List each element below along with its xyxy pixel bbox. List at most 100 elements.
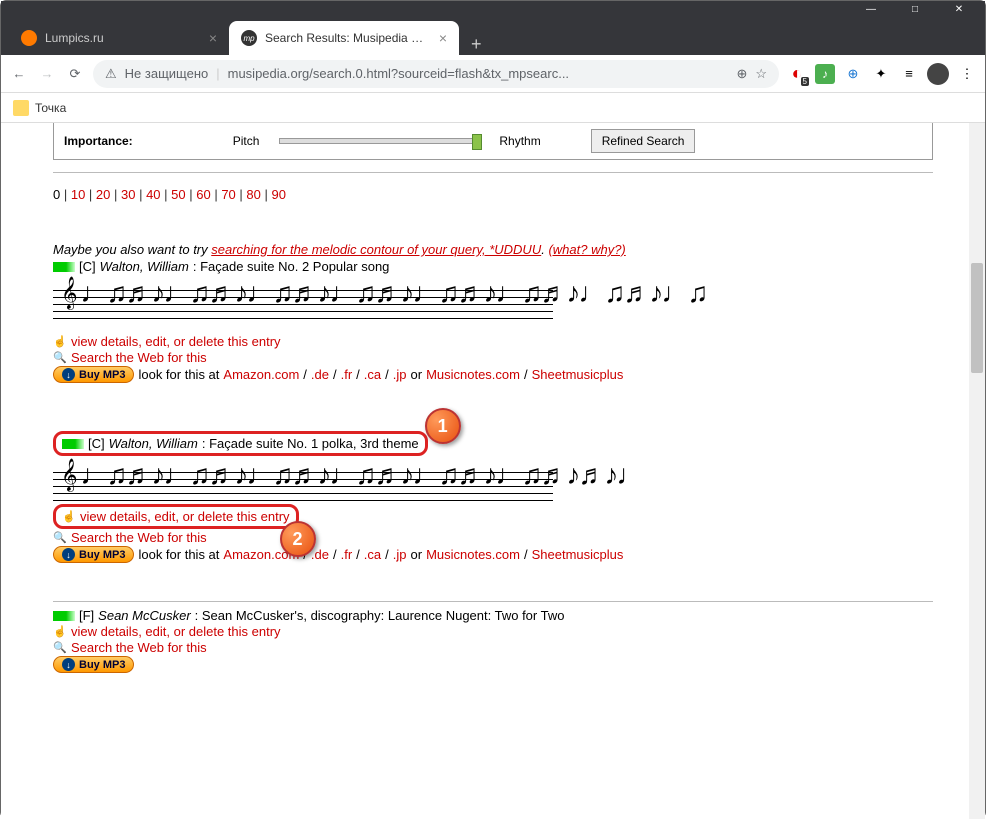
composer-name: Walton, William	[100, 259, 189, 274]
page-link[interactable]: 90	[271, 187, 285, 202]
relevance-bar	[53, 611, 75, 621]
amazon-de-link[interactable]: .de	[311, 547, 329, 562]
tab-title: Search Results: Musipedia Meloc	[265, 31, 431, 45]
buy-mp3-button[interactable]: ↓Buy MP3	[53, 546, 134, 563]
hand-icon: ☝	[62, 510, 76, 524]
insecure-icon: ⚠	[105, 66, 117, 82]
search-web-link[interactable]: Search the Web for this	[71, 640, 207, 655]
sheetmusicplus-link[interactable]: Sheetmusicplus	[532, 547, 624, 562]
bookmarks-bar: Точка	[1, 93, 985, 123]
annotation-badge: 1	[425, 408, 461, 444]
download-icon: ↓	[62, 368, 75, 381]
importance-label: Importance:	[64, 134, 133, 148]
reading-list-icon[interactable]: ≡	[899, 64, 919, 84]
what-why-link[interactable]: (what? why?)	[548, 242, 625, 257]
view-details-link[interactable]: view details, edit, or delete this entry	[71, 624, 281, 639]
piece-title: : Façade suite No. 1 polka, 3rd theme	[202, 436, 419, 451]
window-titlebar: — □ ✕	[1, 1, 985, 17]
page-link[interactable]: 70	[221, 187, 235, 202]
forward-button[interactable]: →	[37, 64, 57, 84]
maximize-button[interactable]: □	[893, 1, 937, 17]
close-tab-icon[interactable]: ×	[439, 30, 447, 46]
browser-tabbar: Lumpics.ru × mp Search Results: Musipedi…	[1, 17, 985, 55]
scrollbar-track[interactable]	[969, 123, 985, 819]
url-field[interactable]: ⚠ Не защищено | musipedia.org/search.0.h…	[93, 60, 779, 88]
amazon-jp-link[interactable]: .jp	[393, 367, 407, 382]
search-icon: 🔍	[53, 641, 67, 655]
tab-musipedia[interactable]: mp Search Results: Musipedia Meloc ×	[229, 21, 459, 55]
search-web-link[interactable]: Search the Web for this	[71, 530, 207, 545]
refined-search-button[interactable]: Refined Search	[591, 129, 696, 153]
rhythm-label: Rhythm	[499, 134, 540, 148]
search-result: [F] Sean McCusker : Sean McCusker's, disc…	[53, 608, 933, 673]
piece-title: : Sean McCusker's, discography: Laurence…	[195, 608, 565, 623]
scrollbar-thumb[interactable]	[971, 263, 983, 373]
extension-icon[interactable]: ◐5	[787, 64, 807, 84]
new-tab-button[interactable]: +	[459, 34, 494, 55]
profile-avatar[interactable]	[927, 63, 949, 85]
annotation-highlight: [C] Walton, William: Façade suite No. 1 …	[53, 431, 428, 456]
search-result: [C] Walton, William: Façade suite No. 2 …	[53, 259, 933, 383]
musicnotes-link[interactable]: Musicnotes.com	[426, 367, 520, 382]
extensions-menu-icon[interactable]: ✦	[871, 64, 891, 84]
contour-link[interactable]: searching for the melodic contour of you…	[211, 242, 541, 257]
key-label: [C]	[88, 436, 105, 451]
amazon-jp-link[interactable]: .jp	[393, 547, 407, 562]
annotation-highlight: ☝ view details, edit, or delete this entr…	[53, 504, 299, 529]
translate-icon[interactable]: ⊕	[736, 66, 747, 82]
page-link[interactable]: 40	[146, 187, 160, 202]
page-link[interactable]: 20	[96, 187, 110, 202]
tab-lumpics[interactable]: Lumpics.ru ×	[9, 21, 229, 55]
page-link[interactable]: 50	[171, 187, 185, 202]
bookmark-item[interactable]: Точка	[35, 101, 66, 115]
amazon-link[interactable]: Amazon.com	[223, 367, 299, 382]
back-button[interactable]: ←	[9, 64, 29, 84]
view-details-link[interactable]: view details, edit, or delete this entry	[71, 334, 281, 349]
page-link[interactable]: 30	[121, 187, 135, 202]
minimize-button[interactable]: —	[849, 1, 893, 17]
search-icon: 🔍	[53, 531, 67, 545]
reload-button[interactable]: ⟳	[65, 64, 85, 84]
amazon-de-link[interactable]: .de	[311, 367, 329, 382]
relevance-bar	[62, 439, 84, 449]
buy-mp3-button[interactable]: ↓Buy MP3	[53, 366, 134, 383]
pitch-rhythm-slider[interactable]	[279, 138, 479, 144]
address-bar: ← → ⟳ ⚠ Не защищено | musipedia.org/sear…	[1, 55, 985, 93]
amazon-ca-link[interactable]: .ca	[364, 367, 381, 382]
close-window-button[interactable]: ✕	[937, 1, 981, 17]
page-link[interactable]: 80	[246, 187, 260, 202]
pagination: 0 | 10 | 20 | 30 | 40 | 50 | 60 | 70 | 8…	[53, 187, 933, 202]
page-link[interactable]: 10	[71, 187, 85, 202]
page-link[interactable]: 60	[196, 187, 210, 202]
amazon-fr-link[interactable]: .fr	[341, 547, 353, 562]
buy-mp3-button[interactable]: ↓Buy MP3	[53, 656, 134, 673]
slider-thumb[interactable]	[472, 134, 482, 150]
contour-hint: Maybe you also want to try searching for…	[53, 242, 933, 257]
divider	[53, 172, 933, 173]
key-label: [C]	[79, 259, 96, 274]
amazon-fr-link[interactable]: .fr	[341, 367, 353, 382]
key-label: [F]	[79, 608, 94, 623]
musicnotes-link[interactable]: Musicnotes.com	[426, 547, 520, 562]
hand-icon: ☝	[53, 335, 67, 349]
download-icon: ↓	[62, 548, 75, 561]
star-icon[interactable]: ☆	[755, 66, 767, 82]
search-controls: Importance: Pitch Rhythm Refined Search	[53, 123, 933, 160]
download-icon: ↓	[62, 658, 75, 671]
search-result: [C] Walton, William: Façade suite No. 1 …	[53, 431, 933, 563]
close-tab-icon[interactable]: ×	[209, 30, 217, 46]
url-text: musipedia.org/search.0.html?sourceid=fla…	[228, 66, 729, 81]
extension-icon[interactable]: ♪	[815, 64, 835, 84]
music-notation: 𝄞 ♩♫♬♪♩♫♬♪♩♫♬♪♩♫♬♪♩♫♬♪♩♫♬♪♩♫♬♪♩♫	[53, 276, 553, 332]
view-details-link[interactable]: view details, edit, or delete this entry	[80, 509, 290, 524]
page-content: Importance: Pitch Rhythm Refined Search …	[1, 123, 985, 819]
favicon-icon	[21, 30, 37, 46]
composer-name: Sean McCusker	[98, 608, 190, 623]
menu-icon[interactable]: ⋮	[957, 64, 977, 84]
search-icon: 🔍	[53, 351, 67, 365]
relevance-bar	[53, 262, 75, 272]
search-web-link[interactable]: Search the Web for this	[71, 350, 207, 365]
extension-icon[interactable]: ⊕	[843, 64, 863, 84]
amazon-ca-link[interactable]: .ca	[364, 547, 381, 562]
sheetmusicplus-link[interactable]: Sheetmusicplus	[532, 367, 624, 382]
